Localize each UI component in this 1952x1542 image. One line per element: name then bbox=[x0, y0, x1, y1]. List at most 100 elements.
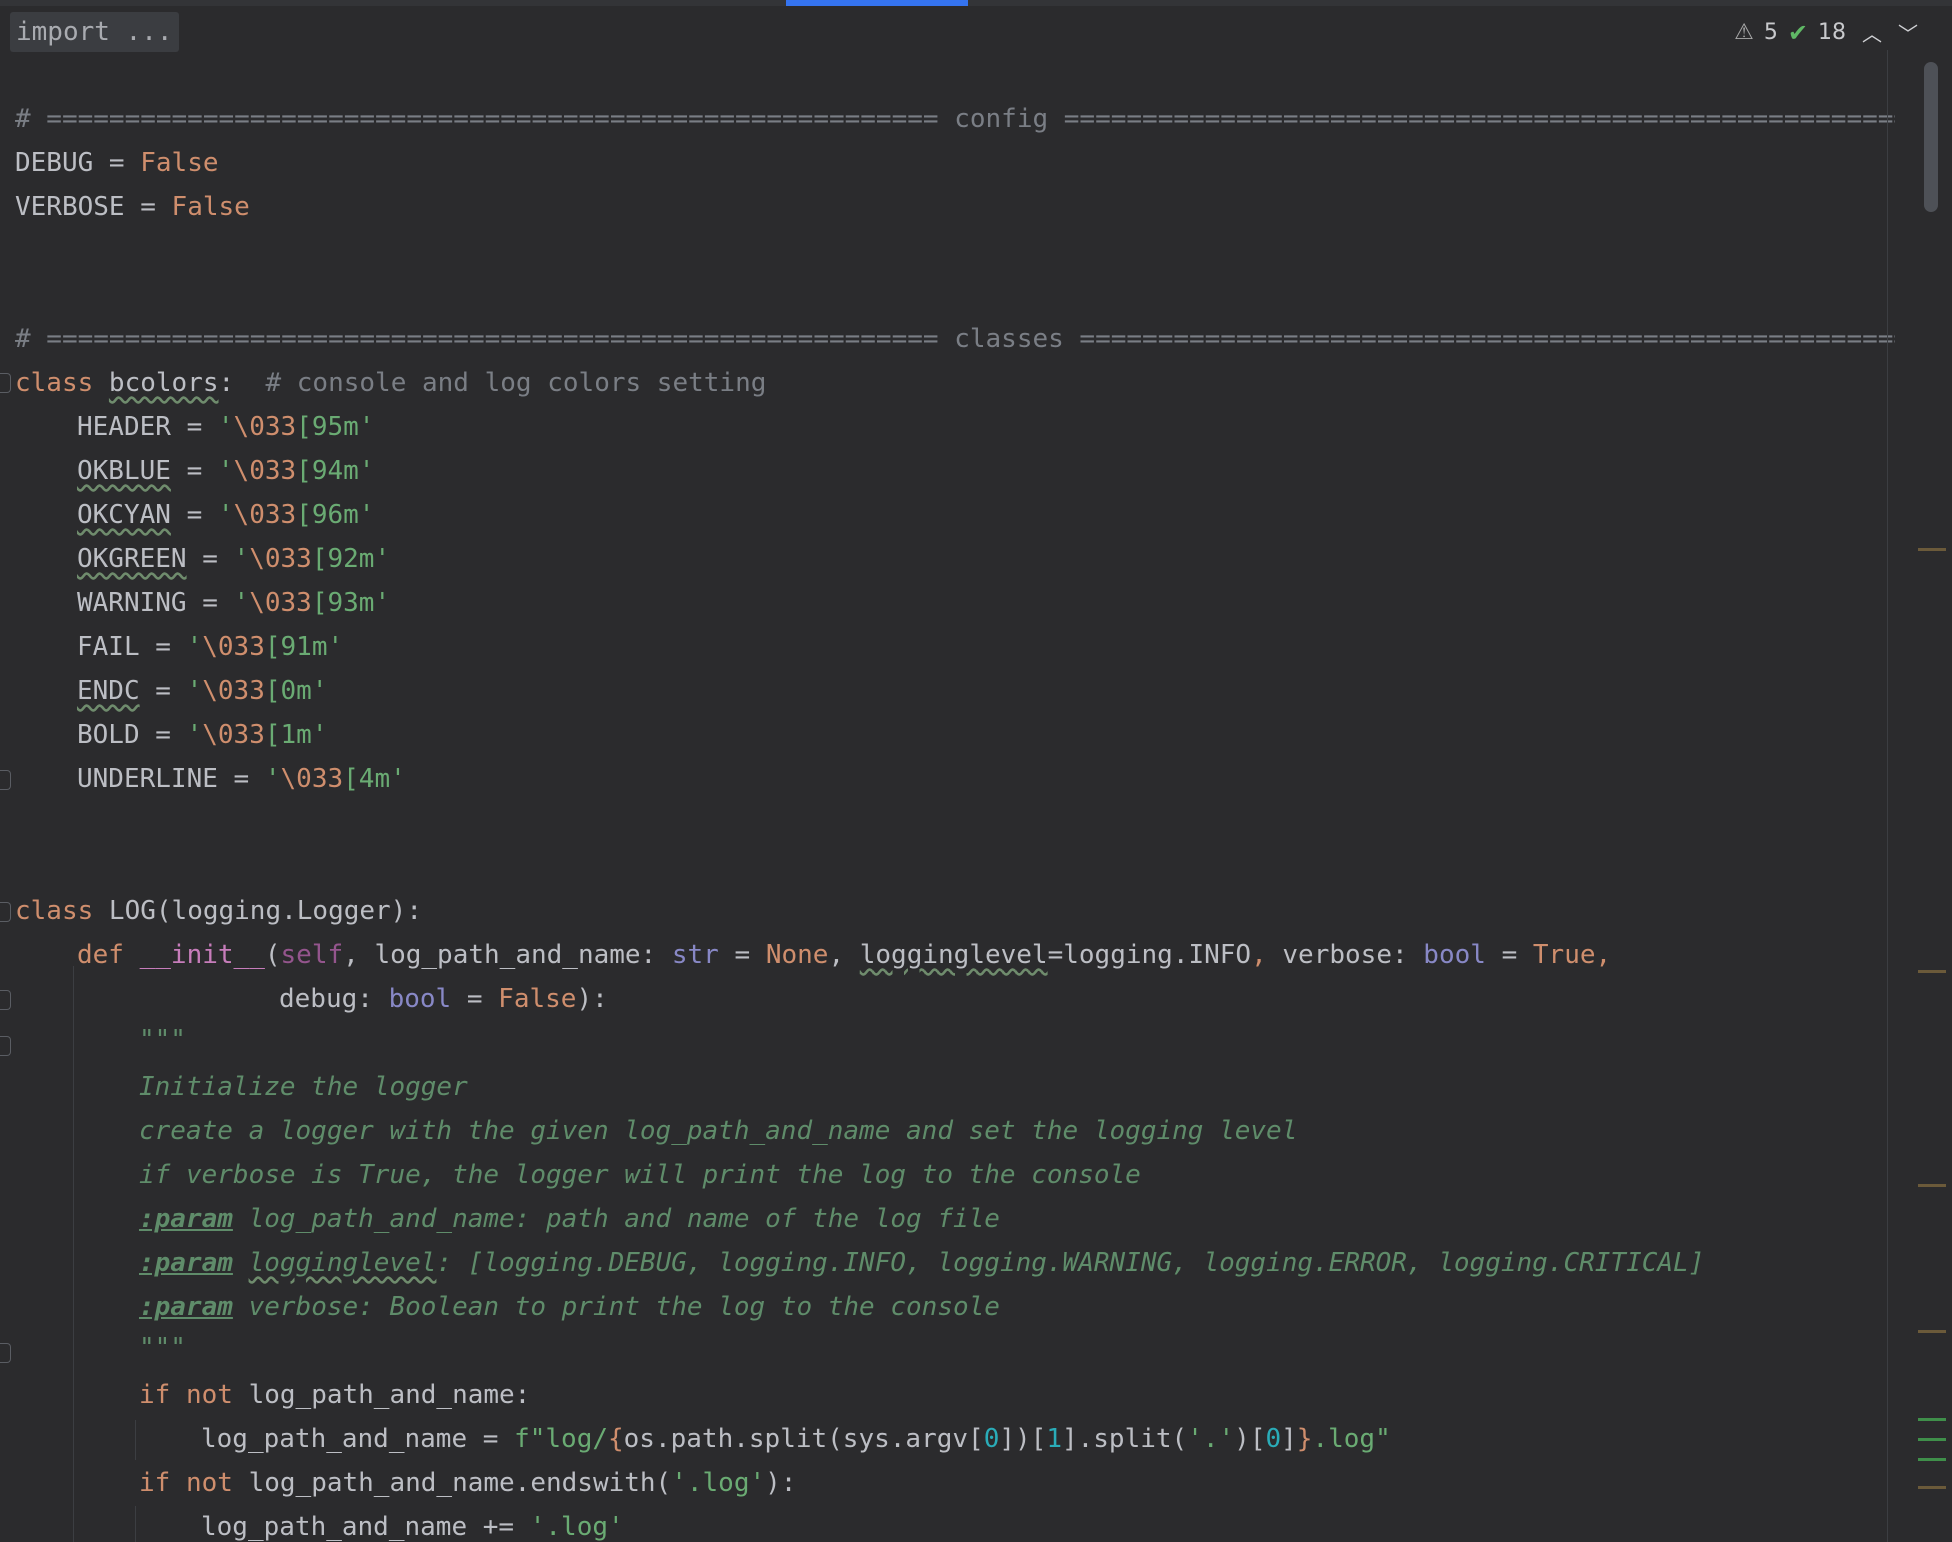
change-stripe[interactable] bbox=[1918, 1438, 1946, 1441]
code-token: , bbox=[1595, 940, 1612, 970]
code-token: ' bbox=[264, 764, 281, 794]
code-line: if not log_path_and_name.endswith('.log'… bbox=[139, 1465, 796, 1501]
change-stripe[interactable] bbox=[1918, 1458, 1946, 1461]
code-token: WARNING bbox=[77, 588, 187, 618]
code-token: \033 bbox=[233, 500, 297, 530]
code-token: OKCYAN bbox=[77, 500, 171, 530]
code-token: } bbox=[1296, 1424, 1313, 1454]
code-token: f"log/ bbox=[514, 1424, 608, 1454]
code-token: ] bbox=[1281, 1424, 1297, 1454]
code-token: logginglevel bbox=[248, 1248, 437, 1278]
code-line: :param logginglevel: [logging.DEBUG, log… bbox=[139, 1245, 1704, 1281]
code-token: log_path_and_name.endswith( bbox=[232, 1468, 672, 1498]
code-area[interactable]: # ======================================… bbox=[15, 0, 1895, 1542]
code-token: ' bbox=[233, 588, 250, 618]
code-line: if verbose is True, the logger will prin… bbox=[139, 1160, 1141, 1190]
code-token: \033 bbox=[280, 764, 344, 794]
code-token: = bbox=[718, 940, 766, 970]
code-token: ' bbox=[233, 544, 250, 574]
fold-marker[interactable] bbox=[0, 1036, 11, 1056]
code-token: ].split( bbox=[1061, 1424, 1188, 1454]
code-token: :param bbox=[139, 1248, 233, 1278]
code-token: ' bbox=[217, 456, 234, 486]
code-token: def bbox=[77, 940, 140, 970]
code-token: __init__ bbox=[139, 940, 265, 970]
code-token: ( bbox=[264, 940, 281, 970]
code-token: [94m' bbox=[296, 456, 375, 486]
code-line: DEBUG = False bbox=[15, 145, 219, 181]
fold-marker[interactable] bbox=[0, 373, 11, 393]
code-token: \033 bbox=[202, 632, 265, 662]
code-line: OKGREEN = '\033[92m' bbox=[77, 544, 391, 574]
code-token: verbose: Boolean to print the log to the… bbox=[232, 1292, 1000, 1322]
code-token: 0 bbox=[983, 1424, 1000, 1454]
code-token: DEBUG = bbox=[15, 148, 141, 178]
code-token: [91m' bbox=[264, 632, 344, 662]
code-line: log_path_and_name = f"log/{os.path.split… bbox=[201, 1421, 1391, 1457]
code-token: \033 bbox=[202, 676, 265, 706]
scrollbar-track[interactable] bbox=[1887, 50, 1888, 1542]
fold-marker[interactable] bbox=[0, 902, 11, 922]
code-token: False bbox=[171, 192, 250, 222]
code-token: ): bbox=[765, 1468, 797, 1498]
code-line: # ======================================… bbox=[15, 324, 1895, 354]
code-token: = bbox=[451, 984, 499, 1014]
code-token: if not bbox=[139, 1380, 233, 1410]
fold-marker[interactable] bbox=[0, 990, 11, 1010]
scrollbar-thumb[interactable] bbox=[1924, 62, 1938, 212]
fold-marker[interactable] bbox=[0, 1343, 11, 1363]
code-line: Initialize the logger bbox=[139, 1072, 468, 1102]
fold-marker[interactable] bbox=[0, 770, 11, 790]
code-token: ' bbox=[186, 676, 203, 706]
code-token: log_path_and_name: bbox=[232, 1380, 531, 1410]
warning-stripe[interactable] bbox=[1918, 1486, 1946, 1489]
code-line: create a logger with the given log_path_… bbox=[139, 1116, 1298, 1146]
code-token: UNDERLINE bbox=[77, 764, 218, 794]
change-stripe[interactable] bbox=[1918, 1418, 1946, 1421]
code-token: class bbox=[15, 896, 109, 926]
code-token: .log" bbox=[1312, 1424, 1391, 1454]
code-token: bool bbox=[388, 984, 452, 1014]
warning-stripe[interactable] bbox=[1918, 1184, 1946, 1187]
code-token: [95m' bbox=[296, 412, 375, 442]
warning-stripe[interactable] bbox=[1918, 548, 1946, 551]
code-token: log_path_and_name: path and name of the … bbox=[232, 1204, 1000, 1234]
code-token: [93m' bbox=[311, 588, 391, 618]
code-token: log_path_and_name += bbox=[201, 1512, 530, 1542]
warning-stripe[interactable] bbox=[1918, 1330, 1946, 1333]
code-token: logginglevel bbox=[859, 940, 1048, 970]
code-token: self bbox=[280, 940, 344, 970]
code-line: """ bbox=[139, 1025, 186, 1055]
code-token: ENDC bbox=[77, 676, 140, 706]
code-token: False bbox=[498, 984, 577, 1014]
code-line: def __init__(self, log_path_and_name: st… bbox=[77, 937, 1611, 973]
code-line: ENDC = '\033[0m' bbox=[77, 676, 328, 706]
code-token: HEADER bbox=[77, 412, 171, 442]
code-line: OKBLUE = '\033[94m' bbox=[77, 456, 375, 486]
code-token: True bbox=[1532, 940, 1596, 970]
code-token: [0m' bbox=[264, 676, 328, 706]
code-token: ): bbox=[576, 984, 608, 1014]
code-line: log_path_and_name += '.log' bbox=[201, 1509, 624, 1542]
code-line: if not log_path_and_name: bbox=[139, 1377, 530, 1413]
code-token: ' bbox=[186, 720, 203, 750]
code-token: OKGREEN bbox=[77, 544, 187, 574]
code-token: debug: bbox=[279, 984, 389, 1014]
code-token: \033 bbox=[249, 588, 312, 618]
warning-stripe[interactable] bbox=[1918, 970, 1946, 973]
code-token: { bbox=[608, 1424, 624, 1454]
code-token: BOLD bbox=[77, 720, 140, 750]
code-line: """ bbox=[139, 1333, 186, 1363]
code-line: # ======================================… bbox=[15, 104, 1895, 134]
code-token: ' bbox=[186, 632, 203, 662]
code-token: [1m' bbox=[264, 720, 328, 750]
code-token: False bbox=[140, 148, 219, 178]
code-token: VERBOSE = bbox=[15, 192, 172, 222]
code-token: class bbox=[15, 368, 109, 398]
code-token: 0 bbox=[1265, 1424, 1282, 1454]
code-token: : bbox=[218, 368, 266, 398]
code-token: bool bbox=[1423, 940, 1486, 970]
chevron-down-icon[interactable]: ﹀ bbox=[1898, 18, 1918, 47]
code-token: [92m' bbox=[311, 544, 391, 574]
